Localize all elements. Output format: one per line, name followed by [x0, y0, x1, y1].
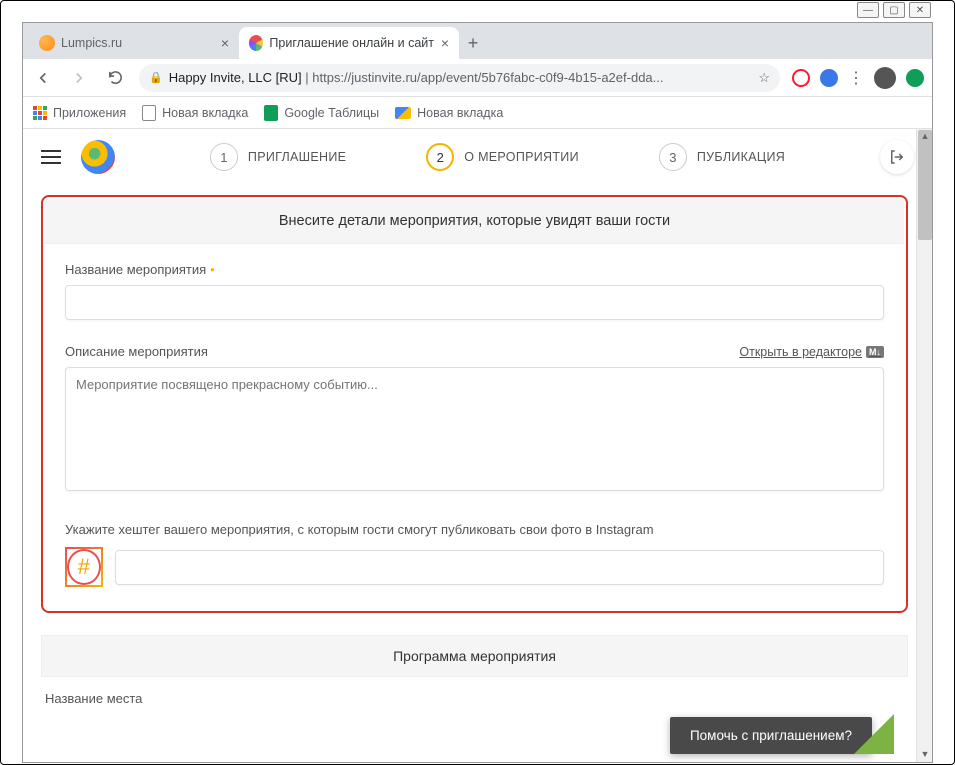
bookmark-label: Новая вкладка	[162, 106, 248, 120]
event-desc-textarea[interactable]	[65, 367, 884, 491]
justinvite-logo-icon[interactable]	[81, 140, 115, 174]
step-label: ПРИГЛАШЕНИЕ	[248, 150, 346, 164]
tab-strip: Lumpics.ru × Приглашение онлайн и сайт м…	[23, 23, 932, 59]
forward-button[interactable]	[67, 66, 91, 90]
markdown-icon: M↓	[866, 346, 884, 358]
tab-label: Lumpics.ru	[61, 36, 122, 50]
program-section-header: Программа мероприятия	[41, 635, 908, 677]
browser-toolbar: 🔒 Happy Invite, LLC [RU] | https://justi…	[23, 59, 932, 97]
apps-icon	[33, 106, 47, 120]
lumpics-favicon-icon	[39, 35, 55, 51]
logout-button[interactable]	[880, 140, 914, 174]
new-tab-button[interactable]: +	[459, 33, 487, 54]
tab-justinvite[interactable]: Приглашение онлайн и сайт ме ×	[239, 27, 459, 59]
url-text: Happy Invite, LLC [RU] | https://justinv…	[169, 70, 753, 85]
scroll-thumb[interactable]	[918, 130, 932, 240]
globe-ext-icon[interactable]	[820, 69, 838, 87]
hashtag-label: Укажите хештег вашего мероприятия, с кот…	[65, 522, 884, 537]
bookmarks-bar: Приложения Новая вкладка Google Таблицы …	[23, 97, 932, 129]
scroll-down-icon[interactable]: ▼	[918, 747, 932, 761]
tab-lumpics[interactable]: Lumpics.ru ×	[29, 27, 239, 59]
close-tab-icon[interactable]: ×	[441, 35, 449, 51]
content-area: Внесите детали мероприятия, которые увид…	[23, 185, 932, 706]
wizard-steps: 1 ПРИГЛАШЕНИЕ 2 О МЕРОПРИЯТИИ 3 ПУБЛИКАЦ…	[135, 143, 860, 171]
open-editor-link[interactable]: Открыть в редактореM↓	[739, 345, 884, 359]
file-icon	[142, 105, 156, 121]
card-title: Внесите детали мероприятия, которые увид…	[45, 199, 904, 244]
scroll-up-icon[interactable]: ▲	[918, 129, 932, 143]
lock-icon: 🔒	[149, 71, 163, 84]
step-number: 3	[659, 143, 687, 171]
scrollbar[interactable]: ▲ ▼	[916, 129, 932, 762]
step-number: 1	[210, 143, 238, 171]
place-name-label: Название места	[45, 691, 904, 706]
bookmark-label: Новая вкладка	[417, 106, 503, 120]
close-window-button[interactable]: ✕	[909, 2, 931, 18]
help-text: Помочь с приглашением?	[690, 728, 852, 743]
event-desc-label: Описание мероприятия	[65, 344, 208, 359]
step-about[interactable]: 2 О МЕРОПРИЯТИИ	[426, 143, 579, 171]
green-ext-icon[interactable]	[906, 69, 924, 87]
hashtag-icon: #	[65, 547, 103, 587]
step-label: ПУБЛИКАЦИЯ	[697, 150, 785, 164]
app-viewport: 1 ПРИГЛАШЕНИЕ 2 О МЕРОПРИЯТИИ 3 ПУБЛИКАЦ…	[23, 129, 932, 762]
sheets-bookmark[interactable]: Google Таблицы	[264, 105, 379, 121]
newtab-bookmark-2[interactable]: Новая вкладка	[395, 106, 503, 120]
app-header: 1 ПРИГЛАШЕНИЕ 2 О МЕРОПРИЯТИИ 3 ПУБЛИКАЦ…	[23, 129, 932, 185]
opera-ext-icon[interactable]	[792, 69, 810, 87]
address-bar[interactable]: 🔒 Happy Invite, LLC [RU] | https://justi…	[139, 64, 780, 92]
event-name-label: Название мероприятия•	[65, 262, 884, 277]
justinvite-favicon-icon	[249, 35, 263, 51]
bookmark-star-icon[interactable]: ☆	[758, 70, 770, 86]
step-label: О МЕРОПРИЯТИИ	[464, 150, 579, 164]
profile-avatar[interactable]	[874, 67, 896, 89]
reload-button[interactable]	[103, 66, 127, 90]
event-name-input[interactable]	[65, 285, 884, 320]
back-button[interactable]	[31, 66, 55, 90]
menu-button[interactable]: ⋮	[848, 68, 864, 88]
close-tab-icon[interactable]: ×	[221, 35, 229, 51]
maximize-button[interactable]: ▢	[883, 2, 905, 18]
sheets-icon	[264, 105, 278, 121]
step-number: 2	[426, 143, 454, 171]
tab-label: Приглашение онлайн и сайт ме	[269, 36, 434, 50]
image-icon	[395, 107, 411, 119]
minimize-button[interactable]: —	[857, 2, 879, 18]
menu-burger-icon[interactable]	[41, 150, 61, 164]
newtab-bookmark-1[interactable]: Новая вкладка	[142, 105, 248, 121]
step-invitation[interactable]: 1 ПРИГЛАШЕНИЕ	[210, 143, 346, 171]
bookmark-label: Приложения	[53, 106, 126, 120]
bookmark-label: Google Таблицы	[284, 106, 379, 120]
step-publication[interactable]: 3 ПУБЛИКАЦИЯ	[659, 143, 785, 171]
help-chat-widget[interactable]: Помочь с приглашением?	[670, 717, 872, 754]
extensions: ⋮	[792, 67, 924, 89]
apps-bookmark[interactable]: Приложения	[33, 106, 126, 120]
help-corner-icon	[854, 714, 894, 754]
event-details-card: Внесите детали мероприятия, которые увид…	[41, 195, 908, 613]
hashtag-input[interactable]	[115, 550, 884, 585]
window-controls: — ▢ ✕	[857, 2, 931, 18]
